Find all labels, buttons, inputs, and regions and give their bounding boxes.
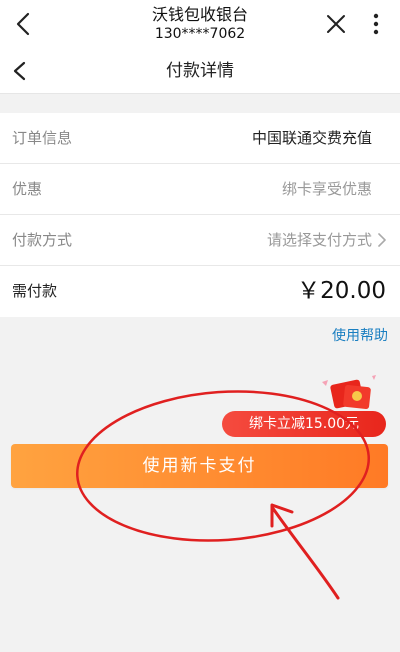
promo-badge: 绑卡立减15.00元 bbox=[222, 411, 386, 437]
order-details-card: 订单信息 中国联通交费充值 优惠 绑卡享受优惠 付款方式 请选择支付方式 需付款… bbox=[0, 113, 400, 317]
amount-due-value: ￥20.00 bbox=[297, 278, 386, 304]
help-link[interactable]: 使用帮助 bbox=[332, 327, 388, 345]
payment-method-value: 请选择支付方式 bbox=[266, 231, 372, 249]
payment-method-row[interactable]: 付款方式 请选择支付方式 bbox=[0, 215, 400, 266]
row-label: 需付款 bbox=[12, 282, 58, 300]
more-vertical-icon[interactable] bbox=[364, 10, 388, 38]
chevron-right-icon bbox=[378, 233, 386, 247]
discount-value: 绑卡享受优惠 bbox=[281, 180, 372, 198]
page-title: 沃钱包收银台 bbox=[151, 5, 248, 24]
spacer bbox=[0, 95, 400, 113]
order-info-row: 订单信息 中国联通交费充值 bbox=[0, 113, 400, 164]
discount-row[interactable]: 优惠 绑卡享受优惠 bbox=[0, 164, 400, 215]
close-icon[interactable] bbox=[322, 10, 350, 38]
pay-with-new-card-button[interactable]: 使用新卡支付 bbox=[11, 444, 388, 488]
row-label: 付款方式 bbox=[12, 231, 73, 249]
amount-due-row: 需付款 ￥20.00 bbox=[0, 266, 400, 317]
header-title-group: 沃钱包收银台 130****7062 bbox=[80, 4, 320, 43]
sub-navbar: 付款详情 bbox=[0, 48, 400, 94]
account-number: 130****7062 bbox=[154, 26, 246, 42]
red-packet-icon bbox=[322, 375, 376, 410]
top-navbar: 沃钱包收银台 130****7062 bbox=[0, 0, 400, 48]
row-label: 优惠 bbox=[12, 180, 43, 198]
row-label: 订单信息 bbox=[12, 129, 73, 147]
section-title: 付款详情 bbox=[166, 61, 234, 81]
order-info-value: 中国联通交费充值 bbox=[251, 129, 372, 147]
chevron-left-icon[interactable] bbox=[8, 8, 40, 40]
